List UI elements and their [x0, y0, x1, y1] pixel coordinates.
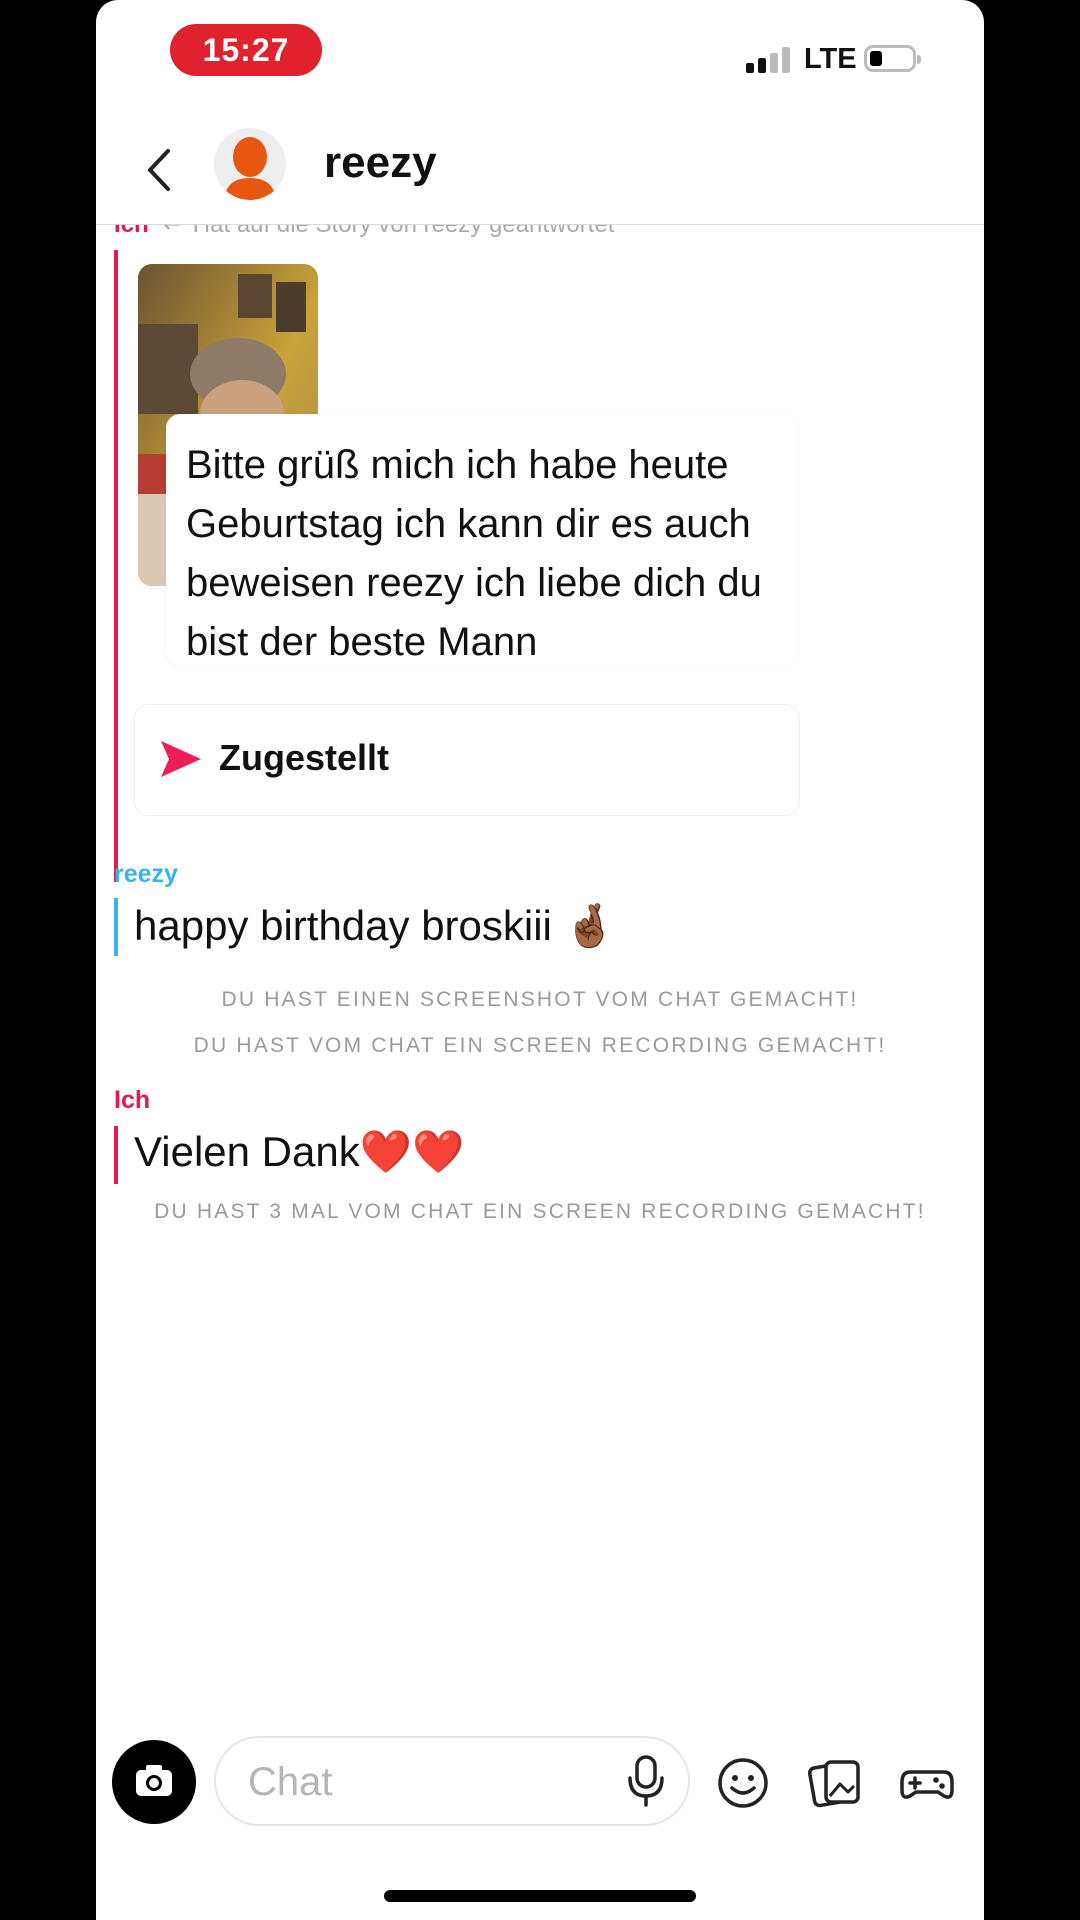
chat-header: reezy	[96, 120, 984, 225]
chat-input[interactable]: Chat	[214, 1736, 690, 1826]
status-time: 15:27	[170, 24, 322, 76]
delivered-arrow-icon	[161, 741, 201, 777]
camera-icon	[136, 1765, 172, 1796]
emoji-icon[interactable]	[716, 1756, 770, 1810]
delivery-status-label: Zugestellt	[219, 737, 390, 778]
contact-name[interactable]: reezy	[324, 138, 437, 188]
delivery-status: Zugestellt	[134, 704, 800, 816]
sent-message-bar	[114, 250, 118, 882]
camera-button[interactable]	[112, 1740, 196, 1824]
received-message-bar	[114, 898, 118, 956]
sender-label-me: Ich	[114, 1086, 151, 1114]
home-indicator[interactable]	[384, 1890, 696, 1902]
chat-thread[interactable]: Ich↩︎Hat auf die Story von reezy geantwo…	[96, 200, 984, 1700]
sent-message-bar	[114, 1126, 118, 1184]
story-reply-message[interactable]: Bitte grüß mich ich habe heute Geburtsta…	[166, 414, 798, 666]
games-icon[interactable]	[900, 1756, 954, 1810]
system-notice: DU HAST EINEN SCREENSHOT VOM CHAT GEMACH…	[221, 988, 859, 1011]
signal-icon	[746, 47, 792, 73]
back-arrow-icon[interactable]	[138, 145, 182, 195]
battery-icon	[864, 45, 921, 72]
sender-label-reezy: reezy	[114, 860, 178, 888]
user-silhouette-icon	[224, 137, 276, 200]
system-notice: DU HAST 3 MAL VOM CHAT EIN SCREEN RECORD…	[154, 1200, 926, 1223]
message-text[interactable]: Vielen Dank❤️❤️	[134, 1128, 464, 1177]
phone-screen: 15:27 LTE reezy Ich↩︎Hat auf die Story v…	[96, 0, 984, 1920]
memories-icon[interactable]	[808, 1756, 862, 1810]
microphone-icon[interactable]	[624, 1754, 668, 1808]
message-text[interactable]: happy birthday broskiii 🤞🏾	[134, 902, 616, 951]
system-notice: DU HAST VOM CHAT EIN SCREEN RECORDING GE…	[193, 1034, 887, 1057]
avatar[interactable]	[214, 128, 286, 200]
chat-input-placeholder: Chat	[248, 1760, 333, 1804]
network-type: LTE	[804, 43, 857, 75]
